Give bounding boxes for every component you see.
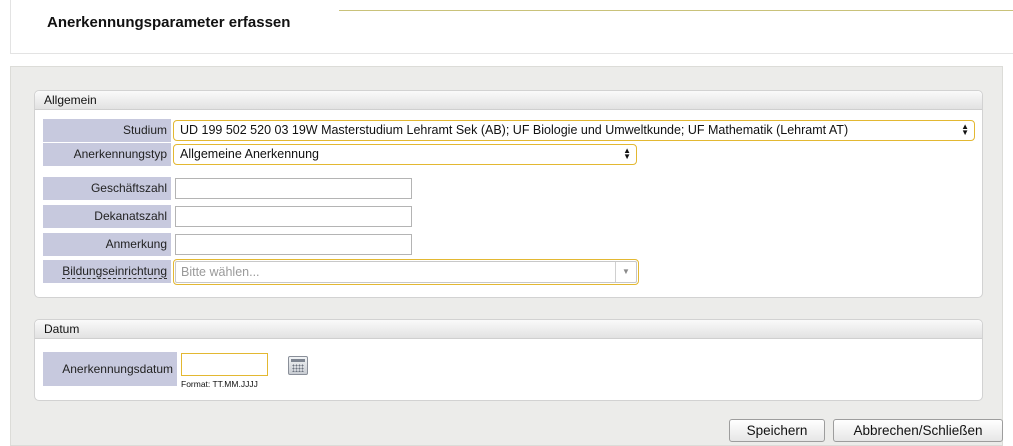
anerkennungstyp-select-value: Allgemeine Anerkennung [180, 147, 319, 161]
bildungseinrichtung-input[interactable]: Bitte wählen... ▼ [175, 261, 637, 283]
dropdown-arrow-icon[interactable]: ▼ [615, 262, 636, 282]
bildungseinrichtung-label[interactable]: Bildungseinrichtung [43, 260, 171, 283]
cancel-close-button[interactable]: Abbrechen/Schließen [833, 419, 1003, 442]
studium-select-value: UD 199 502 520 03 19W Masterstudium Lehr… [180, 123, 849, 137]
fieldset-allgemein: Allgemein Studium UD 199 502 520 03 19W … [34, 90, 983, 298]
studium-label: Studium [43, 119, 171, 142]
save-button[interactable]: Speichern [729, 419, 825, 442]
fieldset-legend-allgemein: Allgemein [35, 91, 982, 110]
page-header: Anerkennungsparameter erfassen [10, 0, 1013, 54]
fieldset-datum: Datum Anerkennungsdatum Format: TT.MM.JJ… [34, 319, 983, 401]
studium-select[interactable]: UD 199 502 520 03 19W Masterstudium Lehr… [173, 120, 975, 141]
bildungseinrichtung-placeholder: Bitte wählen... [181, 265, 260, 279]
select-arrows-icon: ▲ ▼ [961, 122, 969, 137]
anmerkung-input[interactable] [175, 234, 412, 255]
anerkennungstyp-label: Anerkennungstyp [43, 143, 171, 166]
main-panel: Allgemein Studium UD 199 502 520 03 19W … [10, 66, 1003, 446]
dekanatszahl-input[interactable] [175, 206, 412, 227]
bildungseinrichtung-combobox[interactable]: Bitte wählen... ▼ [173, 259, 639, 285]
anerkennungsdatum-label: Anerkennungsdatum [43, 352, 177, 386]
geschaeftszahl-label: Geschäftszahl [43, 177, 171, 200]
header-divider [339, 10, 1013, 11]
anerkennungstyp-select[interactable]: Allgemeine Anerkennung ▲ ▼ [173, 144, 637, 165]
bildungseinrichtung-label-text: Bildungseinrichtung [62, 264, 167, 279]
fieldset-legend-datum: Datum [35, 320, 982, 339]
calendar-icon[interactable] [288, 356, 308, 375]
dekanatszahl-label: Dekanatszahl [43, 205, 171, 228]
date-format-hint: Format: TT.MM.JJJJ [181, 379, 258, 389]
page-title: Anerkennungsparameter erfassen [47, 14, 291, 31]
anerkennungsdatum-input[interactable] [181, 353, 268, 376]
anmerkung-label: Anmerkung [43, 233, 171, 256]
select-arrows-icon: ▲ ▼ [623, 146, 631, 161]
geschaeftszahl-input[interactable] [175, 178, 412, 199]
